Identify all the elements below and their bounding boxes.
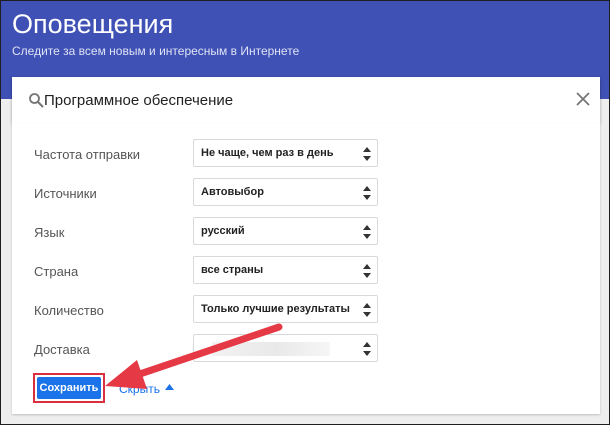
redacted-email-placeholder <box>212 342 330 356</box>
search-icon <box>29 93 44 108</box>
frequency-value: Не чаще, чем раз в день <box>201 147 334 159</box>
settings-panel: Частота отправки Не чаще, чем раз в день… <box>12 123 600 414</box>
sources-select[interactable]: Автовыбор <box>193 178 378 206</box>
quantity-value: Только лучшие результаты <box>201 303 350 315</box>
select-arrows-icon <box>363 303 371 317</box>
select-arrows-icon <box>363 186 371 200</box>
country-label: Страна <box>34 264 79 279</box>
setting-row-frequency: Частота отправки Не чаще, чем раз в день <box>12 139 600 169</box>
search-input[interactable] <box>44 88 564 112</box>
setting-row-quantity: Количество Только лучшие результаты <box>12 295 600 325</box>
frequency-select[interactable]: Не чаще, чем раз в день <box>193 139 378 167</box>
setting-row-sources: Источники Автовыбор <box>12 178 600 208</box>
select-arrows-icon <box>363 342 371 356</box>
hide-options-link[interactable]: Скрыть <box>119 382 160 396</box>
alerts-window: Оповещения Следите за всем новым и интер… <box>0 0 610 425</box>
select-arrows-icon <box>363 225 371 239</box>
delivery-label: Доставка <box>34 342 90 357</box>
language-value: русский <box>201 225 245 237</box>
language-select[interactable]: русский <box>193 217 378 245</box>
country-value: все страны <box>201 264 264 276</box>
delivery-select[interactable] <box>193 334 378 362</box>
close-icon[interactable] <box>576 92 590 106</box>
setting-row-country: Страна все страны <box>12 256 600 286</box>
select-arrows-icon <box>363 264 371 278</box>
save-button[interactable]: Сохранить <box>37 377 101 399</box>
setting-row-delivery: Доставка <box>12 334 600 364</box>
sources-value: Автовыбор <box>201 186 264 198</box>
select-arrows-icon <box>363 147 371 161</box>
page-title: Оповещения <box>12 9 174 39</box>
frequency-label: Частота отправки <box>34 147 141 162</box>
search-box <box>12 77 600 123</box>
page-subtitle: Следите за всем новым и интересным в Инт… <box>12 44 300 58</box>
sources-label: Источники <box>34 186 97 201</box>
caret-up-icon[interactable] <box>165 384 174 390</box>
quantity-select[interactable]: Только лучшие результаты <box>193 295 378 323</box>
country-select[interactable]: все страны <box>193 256 378 284</box>
setting-row-language: Язык русский <box>12 217 600 247</box>
quantity-label: Количество <box>34 303 104 318</box>
language-label: Язык <box>34 225 65 240</box>
